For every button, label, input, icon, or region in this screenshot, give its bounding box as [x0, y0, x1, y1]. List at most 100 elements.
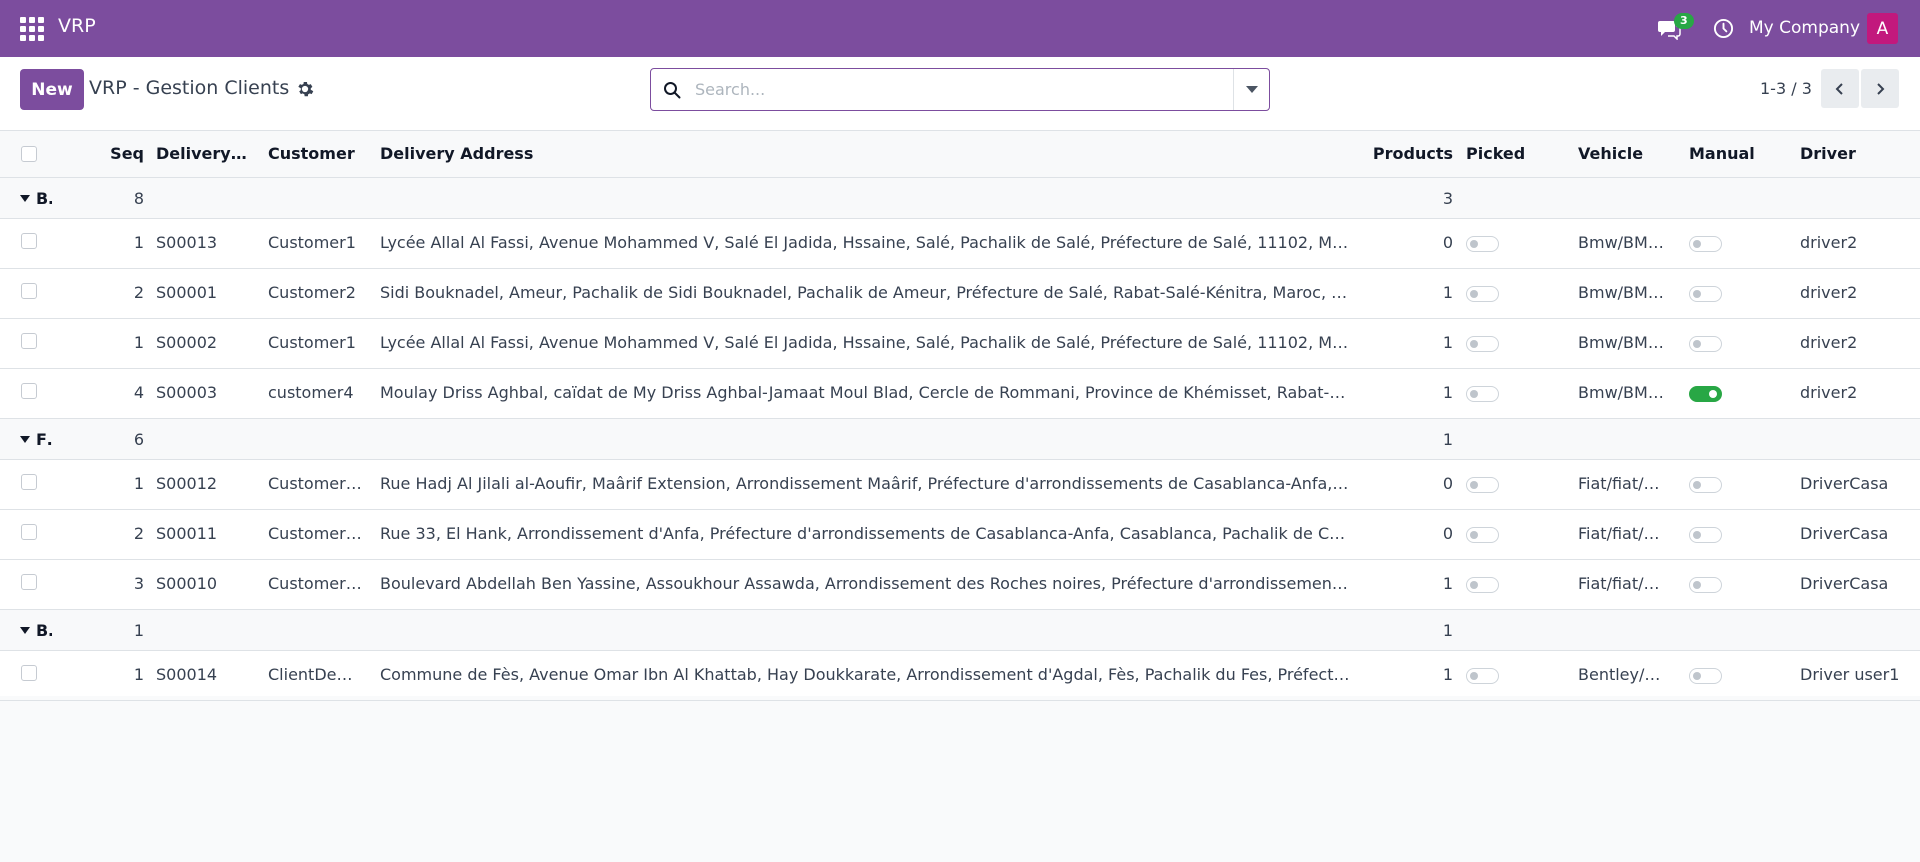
- cell-address: Sidi Bouknadel, Ameur, Pachalik de Sidi …: [380, 283, 1350, 302]
- clock-icon[interactable]: [1713, 18, 1734, 39]
- group-name: Bı: [36, 189, 52, 208]
- column-header-customer[interactable]: Customer: [268, 144, 364, 163]
- row-checkbox[interactable]: [21, 383, 37, 399]
- cell-products: 1: [1442, 283, 1453, 302]
- column-header-delivery[interactable]: Delivery ...: [156, 144, 252, 163]
- cell-customer: Customer1: [268, 233, 356, 252]
- table-row[interactable]: 1 S00013 Customer1 Lycée Allal Al Fassi, Av…: [0, 219, 1920, 269]
- cell-products: 1: [1442, 574, 1453, 593]
- picked-toggle[interactable]: [1466, 527, 1499, 543]
- chevron-left-icon: [1835, 82, 1843, 95]
- group-name: Fi: [36, 430, 52, 449]
- manual-toggle[interactable]: [1689, 386, 1722, 402]
- row-checkbox[interactable]: [21, 665, 37, 681]
- chevron-right-icon: [1877, 82, 1885, 95]
- picked-toggle[interactable]: [1466, 477, 1499, 493]
- table-row[interactable]: 1 S00012 Customer… Rue Hadj Al Jilali al-Ao…: [0, 460, 1920, 510]
- page-title: VRP - Gestion Clients: [89, 77, 290, 99]
- cell-driver: driver2: [1800, 333, 1858, 352]
- cell-driver: DriverCasa: [1800, 524, 1889, 543]
- table-row[interactable]: 1 S00002 Customer1 Lycée Allal Al Fassi, Av…: [0, 319, 1920, 369]
- cell-products: 1: [1442, 665, 1453, 684]
- caret-down-icon: [1245, 86, 1258, 93]
- cell-delivery: S00011: [156, 524, 218, 543]
- table-row[interactable]: 3 S00010 Customer… Boulevard Abdellah Ben Y…: [0, 560, 1920, 610]
- group-seq-sum: 6: [133, 430, 144, 449]
- cell-customer: Customer…: [268, 524, 362, 543]
- column-header-vehicle[interactable]: Vehicle: [1578, 144, 1670, 163]
- picked-toggle[interactable]: [1466, 577, 1499, 593]
- group-row[interactable]: Bε 1 1: [0, 610, 1920, 651]
- cell-seq: 1: [133, 474, 144, 493]
- pager-value[interactable]: 1-3 / 3: [1760, 79, 1812, 98]
- picked-toggle[interactable]: [1466, 386, 1499, 402]
- top-navbar: VRP 3 My Company A: [0, 0, 1920, 57]
- row-checkbox[interactable]: [21, 333, 37, 349]
- cell-driver: DriverCasa: [1800, 474, 1889, 493]
- cell-products: 0: [1442, 524, 1453, 543]
- search-options-toggle[interactable]: [1233, 69, 1269, 110]
- row-checkbox[interactable]: [21, 233, 37, 249]
- picked-toggle[interactable]: [1466, 668, 1499, 684]
- cell-seq: 1: [133, 233, 144, 252]
- cell-products: 0: [1442, 233, 1453, 252]
- group-seq-sum: 8: [133, 189, 144, 208]
- cell-driver: Driver user1: [1800, 665, 1900, 684]
- picked-toggle[interactable]: [1466, 336, 1499, 352]
- group-row[interactable]: Bı 8 3: [0, 178, 1920, 219]
- table-row[interactable]: 1 S00014 ClientDe… Commune de Fès, Avenue O…: [0, 651, 1920, 701]
- picked-toggle[interactable]: [1466, 236, 1499, 252]
- gear-icon[interactable]: [296, 80, 314, 98]
- cell-seq: 1: [133, 333, 144, 352]
- row-checkbox[interactable]: [21, 474, 37, 490]
- picked-toggle[interactable]: [1466, 286, 1499, 302]
- search-icon: [664, 82, 681, 99]
- cell-delivery: S00012: [156, 474, 218, 493]
- column-header-picked[interactable]: Picked: [1466, 144, 1566, 163]
- column-header-manual[interactable]: Manual: [1689, 144, 1789, 163]
- column-header-driver[interactable]: Driver: [1800, 144, 1918, 163]
- manual-toggle[interactable]: [1689, 527, 1722, 543]
- manual-toggle[interactable]: [1689, 577, 1722, 593]
- cell-seq: 1: [133, 665, 144, 684]
- column-header-address[interactable]: Delivery Address: [380, 144, 1350, 163]
- group-row[interactable]: Fi 6 1: [0, 419, 1920, 460]
- cell-products: 0: [1442, 474, 1453, 493]
- row-checkbox[interactable]: [21, 283, 37, 299]
- search-input[interactable]: [695, 77, 1195, 102]
- manual-toggle[interactable]: [1689, 236, 1722, 252]
- cell-delivery: S00001: [156, 283, 218, 302]
- group-products-sum: 1: [1442, 621, 1453, 640]
- user-avatar[interactable]: A: [1867, 13, 1898, 44]
- search-bar: [650, 68, 1270, 111]
- manual-toggle[interactable]: [1689, 336, 1722, 352]
- cell-address: Rue Hadj Al Jilali al-Aoufir, Maârif Ext…: [380, 474, 1350, 493]
- app-name[interactable]: VRP: [58, 15, 96, 37]
- column-header-products[interactable]: Products: [1360, 144, 1453, 163]
- cell-vehicle: Bentley/b…: [1578, 665, 1670, 684]
- row-checkbox[interactable]: [21, 574, 37, 590]
- row-checkbox[interactable]: [21, 524, 37, 540]
- cell-customer: customer4: [268, 383, 354, 402]
- cell-vehicle: Bmw/BM…: [1578, 283, 1664, 302]
- cell-delivery: S00014: [156, 665, 218, 684]
- manual-toggle[interactable]: [1689, 477, 1722, 493]
- cell-seq: 2: [133, 283, 144, 302]
- pager-next-button[interactable]: [1861, 69, 1899, 108]
- table-row[interactable]: 2 S00011 Customer… Rue 33, El Hank, Arrondi…: [0, 510, 1920, 560]
- cell-address: Lycée Allal Al Fassi, Avenue Mohammed V,…: [380, 333, 1350, 352]
- column-header-seq[interactable]: Seq: [100, 144, 144, 163]
- new-button[interactable]: New: [20, 69, 84, 110]
- caret-down-icon: [20, 436, 30, 443]
- apps-menu-icon[interactable]: [20, 17, 44, 41]
- table-row[interactable]: 2 S00001 Customer2 Sidi Bouknadel, Ameur, P…: [0, 269, 1920, 319]
- manual-toggle[interactable]: [1689, 668, 1722, 684]
- table-row[interactable]: 4 S00003 customer4 Moulay Driss Aghbal, caï…: [0, 369, 1920, 419]
- select-all-checkbox[interactable]: [21, 146, 37, 162]
- manual-toggle[interactable]: [1689, 286, 1722, 302]
- table-header: Seq Delivery ... Customer Delivery Addre…: [0, 131, 1920, 178]
- company-switcher[interactable]: My Company: [1749, 18, 1860, 38]
- cell-address: Rue 33, El Hank, Arrondissement d'Anfa, …: [380, 524, 1350, 543]
- message-count-badge: 3: [1674, 13, 1694, 29]
- pager-previous-button[interactable]: [1821, 69, 1859, 108]
